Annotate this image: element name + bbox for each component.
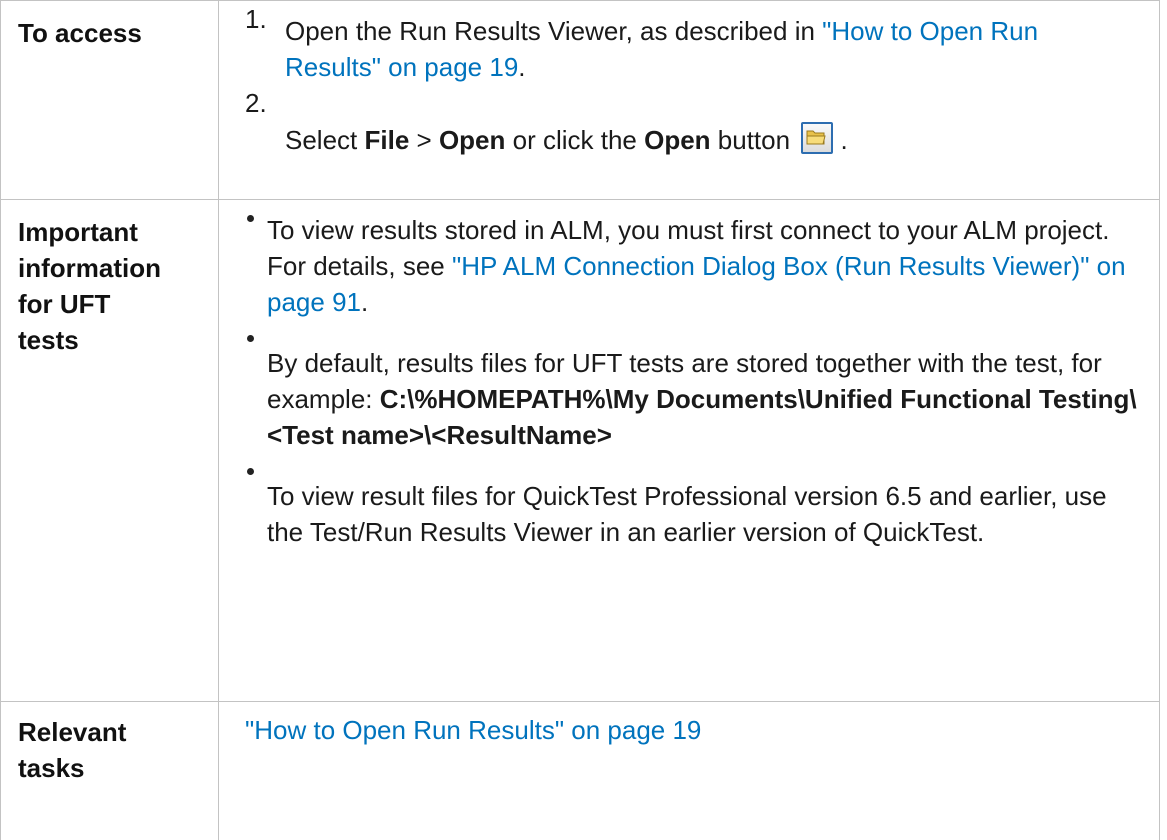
step-1-text: Open the Run Results Viewer, as describe…: [285, 16, 822, 46]
row-label-to-access: To access: [1, 1, 219, 200]
label-line: for UFT: [18, 286, 206, 322]
label-line: tests: [18, 322, 206, 358]
label-line: tasks: [18, 750, 206, 786]
info-table: To access 1. Open the Run Results Viewer…: [0, 0, 1160, 840]
row-content-important-information: To view results stored in ALM, you must …: [219, 200, 1160, 702]
row-label-relevant-tasks: Relevant tasks: [1, 702, 219, 840]
step-2-text-select: Select: [285, 125, 365, 155]
step-1-period: .: [518, 52, 525, 82]
label-line: information: [18, 250, 206, 286]
menu-open-label: Open: [439, 125, 505, 155]
row-content-relevant-tasks: "How to Open Run Results" on page 19: [219, 702, 1160, 840]
step-number-2: 2.: [245, 85, 267, 121]
bullet-1-period: .: [361, 287, 368, 317]
row-content-to-access: 1. Open the Run Results Viewer, as descr…: [219, 1, 1160, 200]
menu-separator: >: [409, 125, 439, 155]
step-2-text-or-click: or click the: [505, 125, 644, 155]
bullet-item-quicktest-versions: To view result files for QuickTest Profe…: [245, 453, 1139, 550]
label-line: Relevant: [18, 714, 206, 750]
label-line: Important: [18, 214, 206, 250]
bullet-item-default-location: By default, results files for UFT tests …: [245, 320, 1139, 453]
bullet-item-alm-connect: To view results stored in ALM, you must …: [245, 200, 1139, 320]
how-to-open-run-results-task-link[interactable]: "How to Open Run Results" on page 19: [245, 702, 1139, 748]
step-number-1: 1.: [245, 1, 267, 37]
row-important-information: Important information for UFT tests To v…: [1, 200, 1160, 702]
open-button-label: Open: [644, 125, 710, 155]
important-bullet-list: To view results stored in ALM, you must …: [245, 200, 1139, 550]
default-results-path: C:\%HOMEPATH%\My Documents\Unified Funct…: [267, 384, 1137, 450]
menu-file-label: File: [365, 125, 410, 155]
row-label-important-information: Important information for UFT tests: [1, 200, 219, 702]
step-2-text-end: .: [833, 125, 847, 155]
row-to-access: To access 1. Open the Run Results Viewer…: [1, 1, 1160, 200]
step-item-2: 2. Select File > Open or click the Open …: [245, 85, 1139, 158]
step-item-1: 1. Open the Run Results Viewer, as descr…: [245, 1, 1139, 85]
row-relevant-tasks: Relevant tasks "How to Open Run Results"…: [1, 702, 1160, 840]
bullet-3-text: To view result files for QuickTest Profe…: [267, 481, 1107, 547]
access-steps-list: 1. Open the Run Results Viewer, as descr…: [245, 1, 1139, 158]
step-2-text-button: button: [711, 125, 798, 155]
open-folder-icon: [801, 122, 833, 154]
